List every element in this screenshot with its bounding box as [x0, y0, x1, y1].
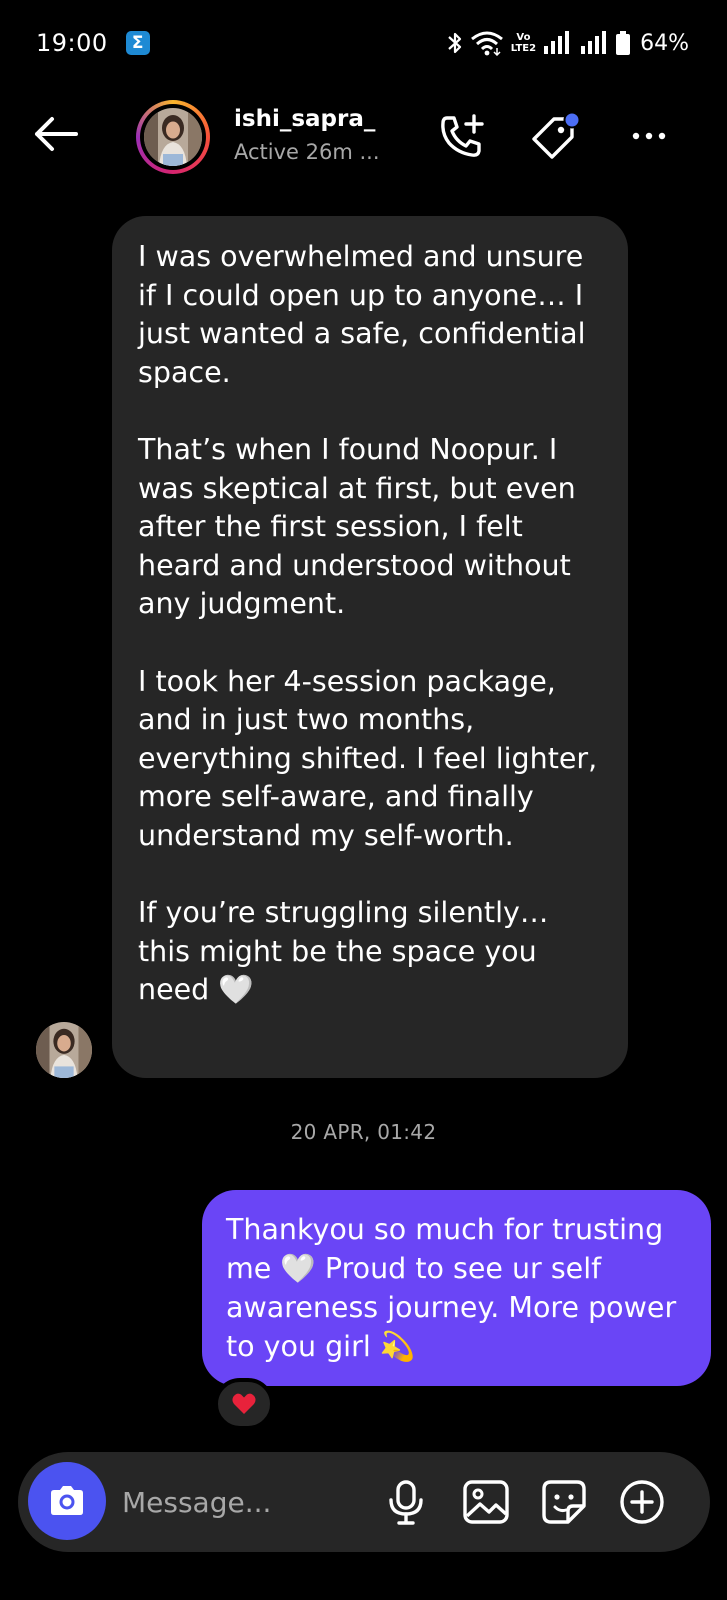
status-right: Vo LTE2 64% [447, 30, 689, 56]
volte-indicator: Vo LTE2 [511, 32, 536, 54]
gallery-icon[interactable] [462, 1478, 510, 1526]
camera-button[interactable] [28, 1462, 106, 1540]
header-names[interactable]: ishi_sapra_ Active 26m ... [234, 106, 380, 164]
more-icon[interactable] [628, 112, 670, 160]
message-paragraph: That’s when I found Noopur. I was skepti… [138, 432, 576, 621]
heart-reaction[interactable] [214, 1378, 274, 1430]
battery-icon [616, 31, 631, 55]
profile-avatar[interactable] [136, 100, 210, 174]
incoming-message[interactable]: I was overwhelmed and unsure if I could … [112, 216, 628, 1078]
signal-icon-sim2 [581, 31, 607, 54]
outgoing-message[interactable]: Thankyou so much for trusting me 🤍 Proud… [202, 1190, 711, 1386]
status-bar: 19:00 Σ Vo LTE2 64% [0, 0, 727, 86]
username: ishi_sapra_ [234, 106, 376, 132]
camera-icon [51, 1486, 83, 1515]
message-paragraph: I took her 4-session package, and in jus… [138, 664, 598, 852]
dm-screen: 19:00 Σ Vo LTE2 64% ishi_sapra_ Active 2… [0, 0, 727, 1600]
chat-header: ishi_sapra_ Active 26m ... [0, 96, 727, 178]
wifi-icon [470, 31, 503, 56]
phone-add-icon[interactable] [438, 112, 486, 160]
status-left: 19:00 Σ [36, 29, 150, 57]
microphone-icon[interactable] [384, 1478, 428, 1528]
sticker-icon[interactable] [540, 1478, 588, 1526]
message-paragraph: I was overwhelmed and unsure if I could … [138, 240, 586, 389]
active-status: Active 26m ... [234, 140, 380, 164]
bluetooth-icon [448, 32, 461, 54]
heart-icon [232, 1393, 256, 1414]
plus-circle-icon[interactable] [618, 1478, 666, 1526]
notification-app-icon: Σ [125, 31, 150, 55]
message-timestamp: 20 APR, 01:42 [290, 1120, 437, 1144]
avatar-ring-gap [140, 104, 206, 170]
message-composer [18, 1452, 710, 1552]
battery-percent: 64% [640, 30, 689, 56]
message-paragraph: If you’re struggling silently… this migh… [138, 896, 549, 1007]
back-arrow-icon[interactable] [32, 114, 80, 154]
sender-avatar[interactable] [36, 1022, 92, 1078]
status-time: 19:00 [36, 29, 108, 57]
avatar-photo [144, 108, 202, 166]
message-input[interactable] [122, 1478, 382, 1526]
volte-label: Vo [516, 32, 531, 43]
lte-label: LTE2 [510, 43, 537, 54]
signal-icon [544, 31, 570, 54]
tag-icon[interactable] [528, 112, 582, 160]
